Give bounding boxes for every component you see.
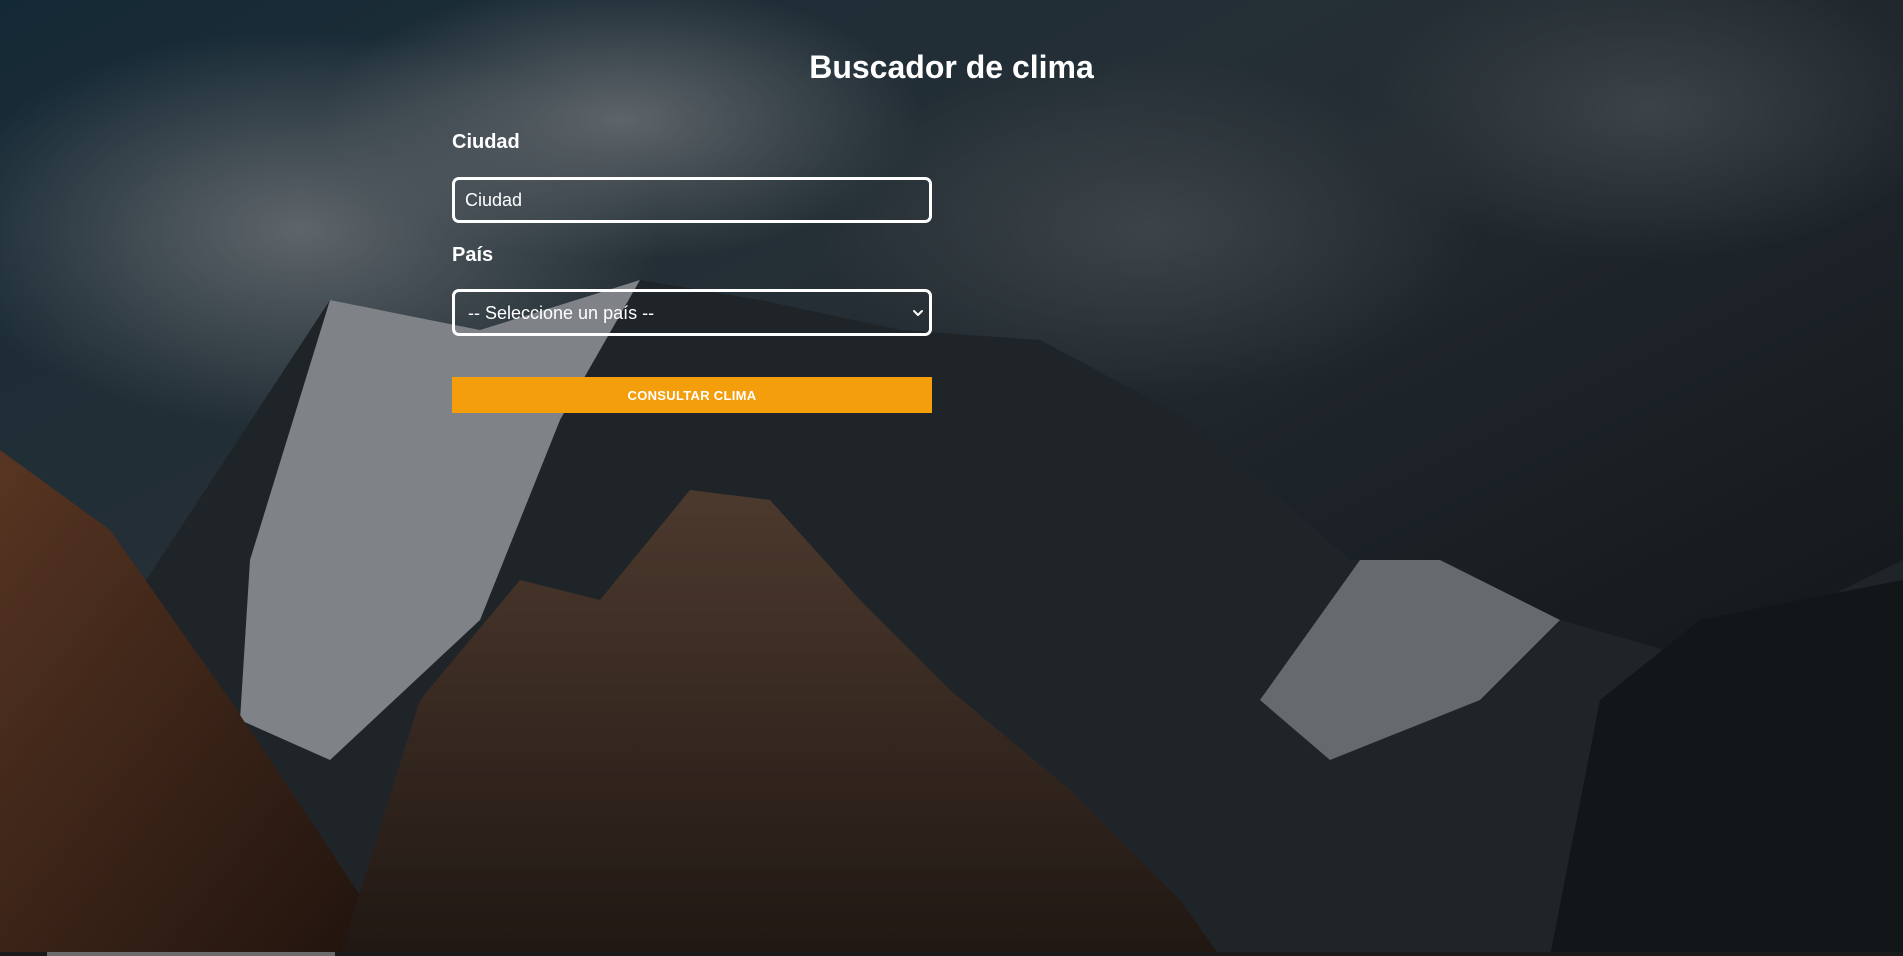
country-select-value: -- Seleccione un país -- bbox=[468, 303, 655, 323]
page-title: Buscador de clima bbox=[809, 49, 1094, 85]
city-label: Ciudad bbox=[452, 131, 520, 153]
consultar-clima-button[interactable]: CONSULTAR CLIMA bbox=[452, 377, 932, 413]
chevron-down-icon bbox=[911, 306, 925, 320]
scrollbar-thumb[interactable] bbox=[47, 952, 335, 956]
city-input[interactable] bbox=[452, 177, 932, 223]
weather-search-form: Ciudad País -- Seleccione un país -- CON… bbox=[452, 130, 932, 413]
horizontal-scrollbar[interactable] bbox=[0, 952, 1903, 956]
country-select[interactable]: -- Seleccione un país -- bbox=[452, 289, 932, 336]
background-dim-overlay bbox=[0, 0, 1903, 956]
country-label: País bbox=[452, 244, 494, 266]
